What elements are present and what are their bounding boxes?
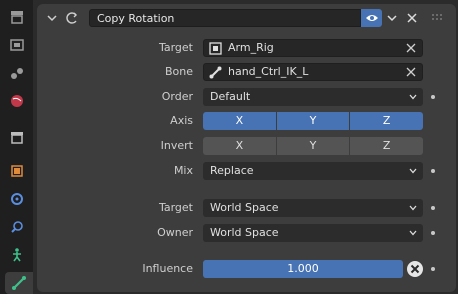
chevron-down-icon[interactable] [45, 11, 59, 25]
object-icon[interactable] [6, 160, 28, 182]
axis-z-toggle[interactable]: Z [350, 112, 424, 130]
axis-x-toggle[interactable]: X [203, 112, 276, 130]
constraint-header: Copy Rotation [37, 4, 456, 32]
bone-label: Bone [164, 65, 193, 78]
target-object-field[interactable]: Arm_Rig [203, 39, 423, 57]
order-row: Order Default [37, 87, 456, 107]
animate-property-dot[interactable] [431, 206, 435, 210]
disable-keep-transform-button[interactable] [406, 260, 424, 278]
properties-tab-strip [0, 0, 33, 294]
animate-property-dot[interactable] [431, 95, 435, 99]
invert-y-toggle[interactable]: Y [276, 137, 350, 155]
owner-space-dropdown[interactable]: World Space [203, 224, 423, 242]
mix-value: Replace [210, 164, 254, 177]
target-label: Target [158, 41, 193, 54]
owner-space-row: Owner World Space [37, 223, 456, 243]
chevron-down-icon [409, 168, 417, 174]
world-icon[interactable] [6, 90, 28, 112]
clear-icon[interactable] [406, 43, 416, 53]
mix-row: Mix Replace [37, 161, 456, 181]
influence-value: 1.000 [287, 262, 319, 275]
target-space-label: Target [158, 201, 193, 214]
bone-icon[interactable] [5, 272, 33, 294]
copy-rotation-icon [66, 12, 77, 24]
animate-property-dot[interactable] [431, 169, 435, 173]
bone-value: hand_Ctrl_IK_L [228, 65, 309, 78]
invert-row: Invert X Y Z [37, 136, 456, 156]
invert-toggle-group: X Y Z [203, 137, 424, 155]
target-object-value: Arm_Rig [228, 41, 274, 54]
mix-label: Mix [173, 164, 193, 177]
target-space-value: World Space [210, 201, 279, 214]
render-icon[interactable] [6, 34, 28, 56]
animate-property-dot[interactable] [431, 231, 435, 235]
chevron-down-icon [409, 205, 417, 211]
axis-toggle-group: X Y Z [203, 112, 424, 130]
invert-x-toggle[interactable]: X [203, 137, 276, 155]
order-label: Order [161, 90, 193, 103]
close-icon[interactable] [406, 12, 418, 24]
object-icon [209, 42, 222, 55]
clear-icon[interactable] [406, 67, 416, 77]
bone-field[interactable]: hand_Ctrl_IK_L [203, 63, 423, 81]
bone-row: Bone hand_Ctrl_IK_L [37, 62, 456, 82]
tool-icon[interactable] [6, 6, 28, 28]
copy-rotation-constraint-panel: Copy Rotation Target Arm_Rig Bone hand_C… [37, 4, 456, 292]
target-space-dropdown[interactable]: World Space [203, 199, 423, 217]
bone-icon [209, 66, 222, 79]
influence-slider[interactable]: 1.000 [203, 260, 403, 278]
target-space-row: Target World Space [37, 198, 456, 218]
target-row: Target Arm_Rig [37, 38, 456, 58]
influence-row: Influence 1.000 [37, 259, 456, 279]
output-icon[interactable] [6, 62, 28, 84]
invert-z-toggle[interactable]: Z [350, 137, 424, 155]
axis-y-toggle[interactable]: Y [276, 112, 350, 130]
order-value: Default [210, 90, 251, 103]
invert-label: Invert [160, 139, 193, 152]
owner-space-value: World Space [210, 226, 279, 239]
modifier-icon[interactable] [6, 188, 28, 210]
drag-grip-icon[interactable] [431, 13, 445, 23]
particles-icon[interactable] [6, 244, 28, 266]
dropdown-chevron-icon[interactable] [386, 12, 398, 24]
owner-space-label: Owner [157, 226, 193, 239]
physics-icon[interactable] [6, 216, 28, 238]
close-circle-icon [407, 261, 423, 277]
chevron-down-icon [409, 230, 417, 236]
constraint-name-field[interactable]: Copy Rotation [89, 9, 361, 27]
order-dropdown[interactable]: Default [203, 88, 423, 106]
eye-icon [365, 15, 378, 21]
visibility-toggle-button[interactable] [361, 9, 382, 27]
influence-label: Influence [142, 262, 193, 275]
collection-icon[interactable] [6, 126, 28, 148]
chevron-down-icon [409, 94, 417, 100]
axis-label: Axis [170, 114, 193, 127]
animate-property-dot[interactable] [431, 267, 435, 271]
axis-row: Axis X Y Z [37, 111, 456, 131]
mix-dropdown[interactable]: Replace [203, 162, 423, 180]
